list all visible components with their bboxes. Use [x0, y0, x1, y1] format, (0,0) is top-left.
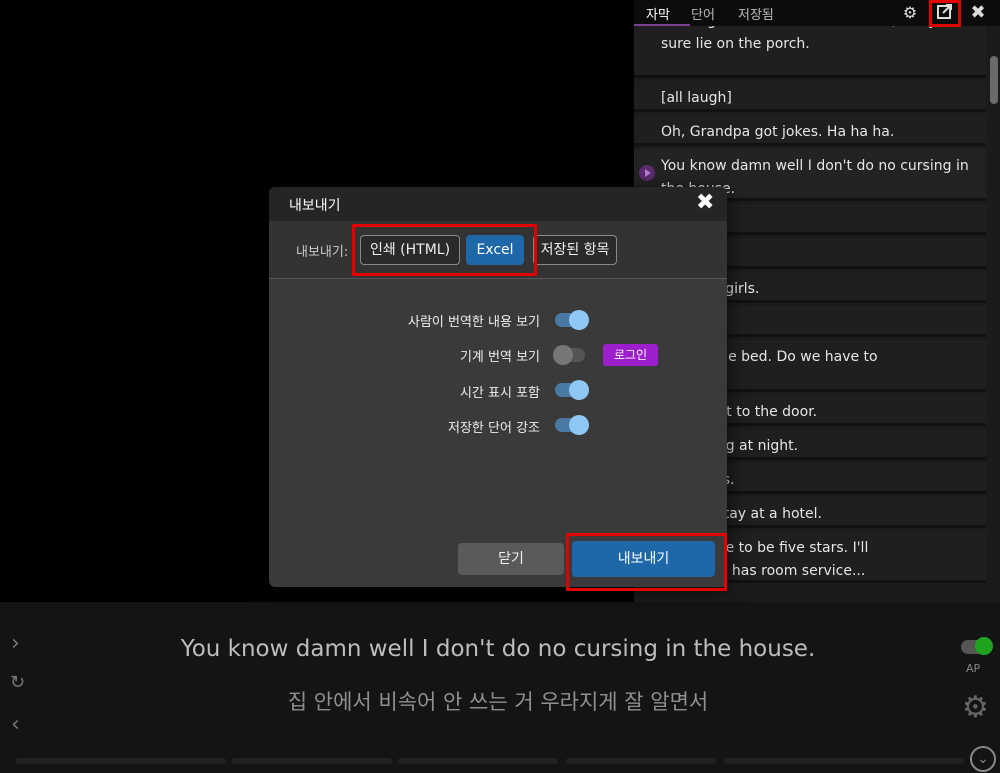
- subtitle-row-text: You know damn well I don't do no cursing…: [661, 158, 969, 174]
- subtitle-english: You know damn well I don't do no cursing…: [180, 636, 816, 662]
- expand-chevron-down-icon[interactable]: ⌄: [970, 746, 996, 772]
- subtitle-row[interactable]: Oh, Grandpa got jokes. Ha ha ha.: [634, 115, 986, 146]
- previous-subtitle-icon[interactable]: ‹: [11, 712, 20, 737]
- saved-items-button[interactable]: 저장된 항목: [533, 235, 617, 265]
- active-tab-indicator: [634, 24, 690, 26]
- next-subtitle-icon[interactable]: ›: [11, 631, 20, 656]
- subtitle-row[interactable]: [all laugh]: [634, 81, 986, 112]
- tab-words[interactable]: 단어: [691, 4, 715, 23]
- app-root: You might not curse in the house, but yo…: [0, 0, 1000, 773]
- option-label-machine-translation: 기계 번역 보기: [459, 350, 540, 365]
- settings-gear-icon[interactable]: ⚙: [899, 3, 921, 23]
- export-format-label: 내보내기:: [296, 245, 349, 260]
- close-button[interactable]: 닫기: [458, 543, 564, 575]
- autopause-label: AP: [966, 662, 981, 675]
- tab-subtitles[interactable]: 자막: [646, 4, 670, 23]
- panel-scrollbar[interactable]: [990, 56, 998, 104]
- subtitle-row-text: Oh, Grandpa got jokes. Ha ha ha.: [661, 124, 895, 140]
- option-label-timestamps: 시간 표시 포함: [459, 386, 540, 401]
- toggle-knob: [569, 380, 589, 400]
- tab-saved[interactable]: 저장됨: [738, 4, 774, 23]
- machine-translation-toggle[interactable]: [553, 345, 585, 365]
- subtitle-row-text: sure lie on the porch.: [661, 36, 810, 52]
- progress-segment[interactable]: [16, 758, 226, 764]
- export-icon-highlight-box: [929, 0, 961, 27]
- player-settings-gear-icon[interactable]: ⚙: [962, 690, 989, 725]
- login-button[interactable]: 로그인: [603, 344, 658, 366]
- export-dialog: 내보내기 ✖ 내보내기: 인쇄 (HTML) Excel 저장된 항목 사람이 …: [269, 187, 727, 587]
- timestamps-toggle[interactable]: [555, 380, 589, 400]
- progress-segment[interactable]: [566, 758, 716, 764]
- option-label-highlight-saved-words: 저장한 단어 강조: [448, 421, 540, 436]
- panel-tabs: 자막 단어 저장됨 ⚙ ✖: [634, 0, 1000, 27]
- option-label-human-translation: 사람이 번역한 내용 보기: [408, 315, 540, 330]
- subtitle-korean: 집 안에서 비속어 안 쓰는 거 우라지게 잘 알면서: [287, 690, 709, 714]
- autopause-toggle-knob: [975, 637, 993, 655]
- toggle-knob: [553, 345, 573, 365]
- human-translation-toggle[interactable]: [555, 310, 589, 330]
- export-button-highlight-box: [566, 533, 727, 591]
- subtitle-row-text: [all laugh]: [661, 90, 732, 106]
- dialog-header: 내보내기 ✖: [269, 187, 727, 221]
- repeat-icon[interactable]: ↻: [10, 672, 25, 693]
- toggle-knob: [569, 415, 589, 435]
- dialog-title: 내보내기: [289, 198, 341, 214]
- toggle-knob: [569, 310, 589, 330]
- panel-close-icon[interactable]: ✖: [967, 3, 989, 23]
- dialog-close-icon[interactable]: ✖: [696, 191, 714, 215]
- progress-segment[interactable]: [232, 758, 392, 764]
- autopause-toggle[interactable]: [961, 637, 993, 655]
- current-line-play-icon[interactable]: [639, 165, 655, 181]
- highlight-saved-words-toggle[interactable]: [555, 415, 589, 435]
- progress-segment[interactable]: [724, 758, 964, 764]
- format-buttons-highlight-box: [352, 224, 537, 276]
- progress-segment[interactable]: [398, 758, 558, 764]
